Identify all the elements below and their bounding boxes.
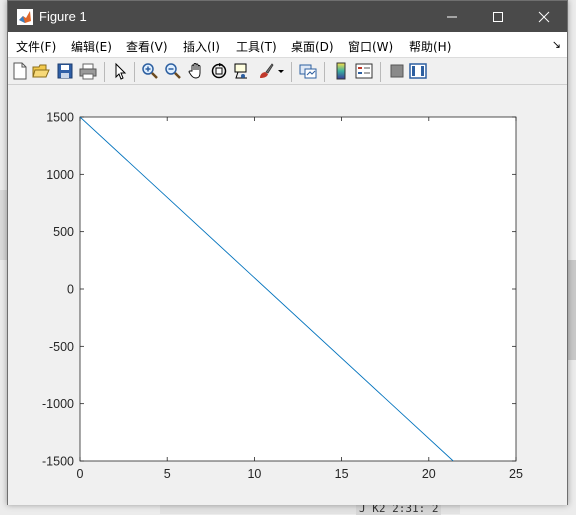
toolbar-separator: [291, 62, 292, 82]
menu-edit[interactable]: 编辑(E): [71, 38, 112, 55]
figure-window: Figure 1 文件(F) 编辑(E) 查看(V) 插入(I) 工具(T) 桌…: [7, 0, 568, 505]
menu-help[interactable]: 帮助(H): [409, 38, 451, 55]
y-tick-label: 1000: [46, 168, 74, 182]
print-icon[interactable]: [79, 62, 97, 80]
window-title: Figure 1: [39, 9, 87, 24]
brush-icon[interactable]: [257, 62, 275, 80]
close-icon: [538, 11, 550, 22]
background-window-edge-left: [0, 190, 7, 260]
matlab-logo-icon: [17, 9, 33, 25]
colorbar-icon[interactable]: [332, 62, 350, 80]
toolbar-separator: [324, 62, 325, 82]
y-tick-label: -500: [49, 340, 74, 354]
figure-canvas[interactable]: 0 5 10 15 20 25 1500 1000 500 0 -500 -1000 -1500: [8, 85, 567, 505]
x-tick-label: 25: [509, 467, 523, 481]
y-tick-label: -1500: [42, 455, 74, 469]
toolbar-separator: [134, 62, 135, 82]
y-tick-label: 0: [67, 283, 74, 297]
save-icon[interactable]: [56, 62, 74, 80]
title-bar[interactable]: Figure 1: [8, 1, 567, 32]
zoom-out-icon[interactable]: [164, 62, 182, 80]
menu-desktop[interactable]: 桌面(D): [291, 38, 334, 55]
rotate-3d-icon[interactable]: [210, 62, 228, 80]
x-tick-label: 10: [247, 467, 261, 481]
pan-hand-icon[interactable]: [187, 62, 205, 80]
toolbar-separator: [380, 62, 381, 82]
legend-icon[interactable]: [355, 62, 373, 80]
menu-file[interactable]: 文件(F): [16, 38, 56, 55]
toolbar-separator: [104, 62, 105, 82]
maximize-button[interactable]: [475, 1, 521, 32]
axes-plot[interactable]: 0 5 10 15 20 25 1500 1000 500 0 -500 -1000 -1500: [8, 85, 567, 505]
maximize-icon: [493, 11, 503, 22]
menu-tools[interactable]: 工具(T): [236, 38, 277, 55]
x-tick-label: 20: [422, 467, 436, 481]
open-file-icon[interactable]: [32, 62, 50, 80]
close-button[interactable]: [521, 1, 567, 32]
x-tick-label: 0: [77, 467, 84, 481]
menu-bar: 文件(F) 编辑(E) 查看(V) 插入(I) 工具(T) 桌面(D) 窗口(W…: [8, 32, 567, 58]
data-cursor-icon[interactable]: [233, 62, 251, 80]
show-plot-tools-icon[interactable]: [409, 62, 427, 80]
hide-plot-tools-icon[interactable]: [388, 62, 406, 80]
dock-arrow-icon[interactable]: ↘: [552, 38, 561, 51]
brush-dropdown-icon[interactable]: [277, 62, 285, 80]
x-tick-label: 5: [164, 467, 171, 481]
minimize-button[interactable]: [429, 1, 475, 32]
figure-toolbar: [8, 58, 567, 85]
menu-window[interactable]: 窗口(W): [348, 38, 393, 55]
y-tick-label: 1500: [46, 111, 74, 125]
menu-insert[interactable]: 插入(I): [183, 38, 220, 55]
zoom-in-icon[interactable]: [141, 62, 159, 80]
y-tick-label: 500: [53, 225, 74, 239]
link-plot-icon[interactable]: [299, 62, 317, 80]
x-tick-label: 15: [335, 467, 349, 481]
minimize-icon: [447, 16, 457, 17]
background-window-edge-right: [568, 260, 576, 360]
y-tick-label: -1000: [42, 397, 74, 411]
new-figure-icon[interactable]: [11, 62, 29, 80]
menu-view[interactable]: 查看(V): [126, 38, 168, 55]
axes-background: [79, 116, 517, 462]
edit-plot-arrow-icon[interactable]: [111, 62, 129, 80]
